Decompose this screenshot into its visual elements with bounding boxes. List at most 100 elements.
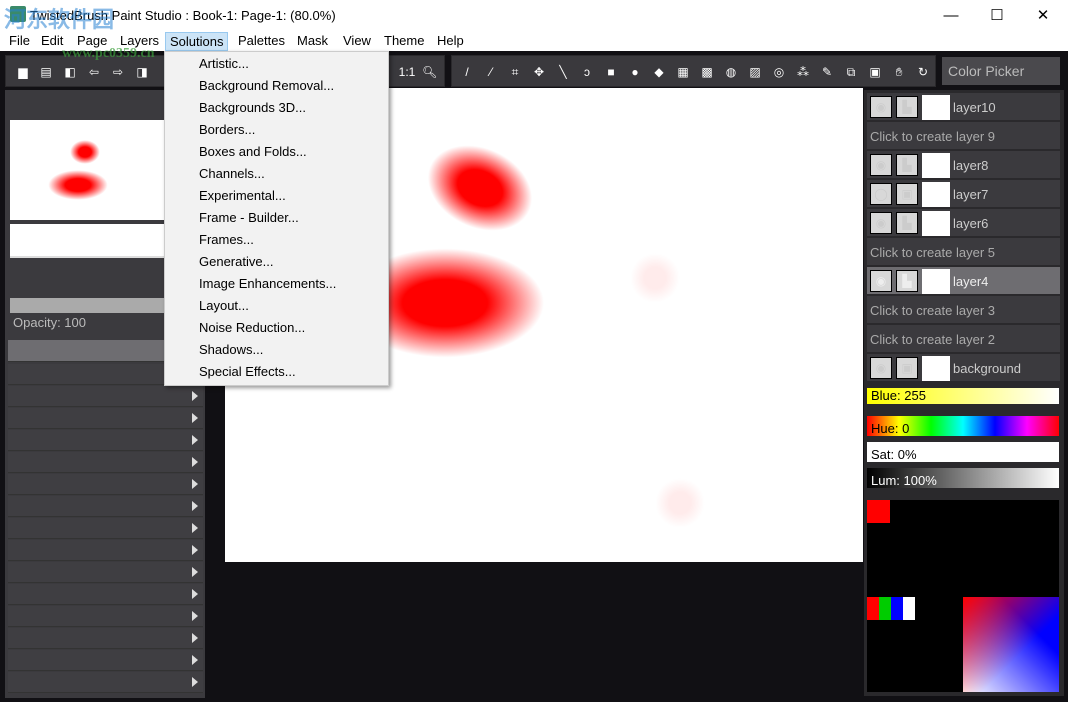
list-item[interactable] xyxy=(8,496,203,517)
menu-mask[interactable]: Mask xyxy=(293,32,332,49)
mask-ellipse-icon[interactable]: ◍ xyxy=(724,65,738,79)
lock-icon[interactable]: ▣ xyxy=(896,183,918,205)
menu-item-background-removal[interactable]: Background Removal... xyxy=(165,75,388,97)
menu-item-image-enhancements[interactable]: Image Enhancements... xyxy=(165,273,388,295)
menu-item-artistic[interactable]: Artistic... xyxy=(165,53,388,75)
color-mixer[interactable] xyxy=(963,597,1059,692)
menu-item-frame-builder[interactable]: Frame - Builder... xyxy=(165,207,388,229)
menu-solutions[interactable]: Solutions xyxy=(165,32,229,51)
fill-icon[interactable]: ◆ xyxy=(652,65,666,79)
create-layer-row[interactable]: Click to create layer 5 xyxy=(867,238,1060,266)
line-icon[interactable]: ╲ xyxy=(556,65,570,79)
list-item[interactable] xyxy=(8,474,203,495)
color-picker-button[interactable]: Color Picker xyxy=(942,57,1060,85)
menu-item-borders[interactable]: Borders... xyxy=(165,119,388,141)
smudge-icon[interactable]: ✎ xyxy=(820,65,834,79)
copy-icon[interactable]: ⧉ xyxy=(844,65,858,79)
eye-icon[interactable]: ◉ xyxy=(870,212,892,234)
eye-icon[interactable]: ◉ xyxy=(870,154,892,176)
minimize-button[interactable]: — xyxy=(928,0,974,31)
opacity-slider[interactable] xyxy=(10,298,170,313)
list-item[interactable] xyxy=(8,518,203,539)
unlock-icon[interactable]: ▙ xyxy=(896,154,918,176)
create-layer-row[interactable]: Click to create layer 3 xyxy=(867,296,1060,324)
layer-row[interactable]: ◉ ▙ layer6 xyxy=(867,209,1060,237)
list-item[interactable] xyxy=(8,606,203,627)
eye-icon[interactable]: ◉ xyxy=(870,270,892,292)
layer-row[interactable]: ◉ ▙ layer4 xyxy=(867,267,1060,295)
layer-row[interactable]: ◉ ▙ layer8 xyxy=(867,151,1060,179)
menu-item-noise-reduction[interactable]: Noise Reduction... xyxy=(165,317,388,339)
mask-check-icon[interactable]: ▨ xyxy=(748,65,762,79)
layer-row[interactable]: ◉ ▙ layer10 xyxy=(867,93,1060,121)
list-item[interactable] xyxy=(8,408,203,429)
menu-item-layout[interactable]: Layout... xyxy=(165,295,388,317)
eye-closed-icon[interactable]: ◯ xyxy=(870,183,892,205)
lasso-icon[interactable]: ↄ xyxy=(580,65,594,79)
paste-icon[interactable]: ▣ xyxy=(868,65,882,79)
close-button[interactable]: ✕ xyxy=(1020,0,1066,31)
gradient-mask-icon[interactable]: ▦ xyxy=(676,65,690,79)
first-page-icon[interactable]: ◧ xyxy=(63,65,77,79)
list-item[interactable] xyxy=(8,386,203,407)
create-layer-row[interactable]: Click to create layer 9 xyxy=(867,122,1060,150)
layer-row[interactable]: ◉ ▣ background xyxy=(867,354,1060,382)
list-item[interactable] xyxy=(8,672,203,693)
menu-item-backgrounds-3d[interactable]: Backgrounds 3D... xyxy=(165,97,388,119)
swatch-red[interactable] xyxy=(867,597,879,620)
swatch-white[interactable] xyxy=(903,597,915,620)
menu-view[interactable]: View xyxy=(339,32,375,49)
hue-slider[interactable]: Hue: 0 xyxy=(867,416,1059,436)
brush-icon[interactable]: / xyxy=(460,65,474,79)
menu-item-channels[interactable]: Channels... xyxy=(165,163,388,185)
list-item[interactable] xyxy=(8,628,203,649)
menu-item-boxes-and-folds[interactable]: Boxes and Folds... xyxy=(165,141,388,163)
menu-item-experimental[interactable]: Experimental... xyxy=(165,185,388,207)
actual-size-button[interactable]: 1:1 xyxy=(398,65,416,79)
swatch-green[interactable] xyxy=(879,597,891,620)
lock-icon[interactable]: ▣ xyxy=(896,357,918,379)
hand-icon[interactable]: ✋︎ xyxy=(892,65,906,79)
swatch-blue[interactable] xyxy=(891,597,903,620)
unlock-icon[interactable]: ▙ xyxy=(896,270,918,292)
undo-icon[interactable]: ↻ xyxy=(916,65,930,79)
menu-item-shadows[interactable]: Shadows... xyxy=(165,339,388,361)
maximize-button[interactable]: ☐ xyxy=(974,0,1020,31)
list-item[interactable] xyxy=(8,584,203,605)
luminance-slider[interactable]: Lum: 100% xyxy=(867,468,1059,488)
saturation-slider[interactable]: Sat: 0% xyxy=(867,442,1059,462)
color-palette[interactable] xyxy=(867,500,1059,692)
current-color-swatch[interactable] xyxy=(867,500,890,523)
menu-palettes[interactable]: Palettes xyxy=(234,32,289,49)
rectangle-icon[interactable]: ■ xyxy=(604,65,618,79)
eyedropper-icon[interactable]: ⁄ xyxy=(484,65,498,79)
prev-page-icon[interactable]: ⇦ xyxy=(87,65,101,79)
book-icon[interactable]: ▤ xyxy=(39,65,53,79)
list-item[interactable] xyxy=(8,562,203,583)
menu-item-special-effects[interactable]: Special Effects... xyxy=(165,361,388,383)
eye-icon[interactable]: ◉ xyxy=(870,357,892,379)
zoom-icon[interactable]: 🔍︎ xyxy=(422,65,437,79)
unlock-icon[interactable]: ▙ xyxy=(896,212,918,234)
list-item[interactable] xyxy=(8,650,203,671)
menu-item-frames[interactable]: Frames... xyxy=(165,229,388,251)
next-page-icon[interactable]: ⇨ xyxy=(111,65,125,79)
list-item[interactable] xyxy=(8,452,203,473)
list-item[interactable] xyxy=(8,540,203,561)
move-icon[interactable]: ✥ xyxy=(532,65,546,79)
mask-wand-icon[interactable]: ⁂ xyxy=(796,65,810,79)
menu-file[interactable]: File xyxy=(5,32,34,49)
blue-slider[interactable]: Blue: 255 xyxy=(867,388,1059,404)
menu-theme[interactable]: Theme xyxy=(380,32,428,49)
mask-lasso-icon[interactable]: ◎ xyxy=(772,65,786,79)
last-page-icon[interactable]: ◨ xyxy=(135,65,149,79)
menu-item-generative[interactable]: Generative... xyxy=(165,251,388,273)
eye-icon[interactable]: ◉ xyxy=(870,96,892,118)
list-item[interactable] xyxy=(8,430,203,451)
crop-icon[interactable]: ⌗ xyxy=(508,65,522,79)
ellipse-icon[interactable]: ● xyxy=(628,65,642,79)
menu-help[interactable]: Help xyxy=(433,32,468,49)
layer-row[interactable]: ◯ ▣ layer7 xyxy=(867,180,1060,208)
create-layer-row[interactable]: Click to create layer 2 xyxy=(867,325,1060,353)
unlock-icon[interactable]: ▙ xyxy=(896,96,918,118)
